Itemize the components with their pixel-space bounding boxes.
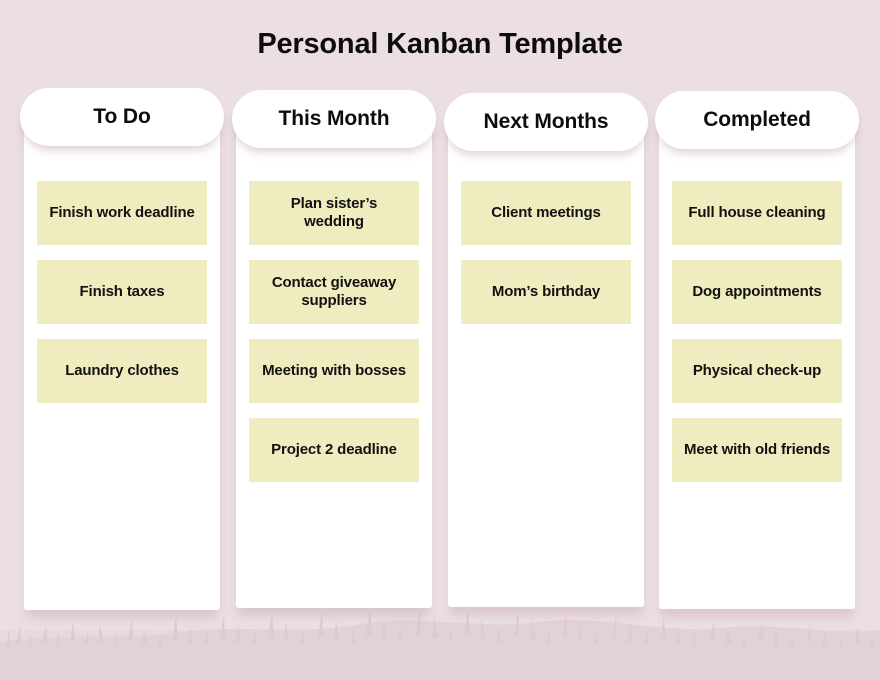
task-card[interactable]: Finish taxes xyxy=(37,260,207,324)
task-card-label: Project 2 deadline xyxy=(271,441,397,459)
column-header-next-months[interactable]: Next Months xyxy=(444,93,648,151)
column-header-label: Next Months xyxy=(483,110,609,133)
task-card[interactable]: Dog appointments xyxy=(672,260,842,324)
task-card-label: Meeting with bosses xyxy=(262,362,406,380)
column-header-label: To Do xyxy=(93,105,151,128)
column-header-this-month[interactable]: This Month xyxy=(232,90,436,148)
task-card[interactable]: Plan sister’s wedding xyxy=(249,181,419,245)
task-card-label: Physical check-up xyxy=(692,362,822,380)
task-card-label: Finish taxes xyxy=(79,283,165,301)
task-card-label: Full house cleaning xyxy=(688,204,826,222)
task-card-label: Mom’s birthday xyxy=(491,283,601,301)
card-stack-to-do: Finish work deadline Finish taxes Laundr… xyxy=(37,181,207,403)
page-title: Personal Kanban Template xyxy=(257,28,623,60)
task-card-label: Client meetings xyxy=(491,204,601,222)
task-card-label: Laundry clothes xyxy=(65,362,179,380)
task-card[interactable]: Full house cleaning xyxy=(672,181,842,245)
kanban-board: Personal Kanban Template To Do Finish wo… xyxy=(0,0,880,680)
task-card-label: Finish work deadline xyxy=(49,204,195,222)
column-header-label: This Month xyxy=(278,107,390,130)
card-stack-this-month: Plan sister’s wedding Contact giveaway s… xyxy=(249,181,419,482)
task-card[interactable]: Project 2 deadline xyxy=(249,418,419,482)
task-card[interactable]: Physical check-up xyxy=(672,339,842,403)
task-card-label: Meet with old friends xyxy=(683,441,831,459)
card-stack-completed: Full house cleaning Dog appointments Phy… xyxy=(672,181,842,482)
task-card-label: Dog appointments xyxy=(692,283,822,301)
task-card-label: Contact giveaway suppliers xyxy=(271,274,397,309)
column-header-label: Completed xyxy=(703,108,811,131)
task-card[interactable]: Client meetings xyxy=(461,181,631,245)
task-card-label: Plan sister’s wedding xyxy=(290,195,378,230)
column-header-to-do[interactable]: To Do xyxy=(20,88,224,146)
card-stack-next-months: Client meetings Mom’s birthday xyxy=(461,181,631,324)
task-card[interactable]: Mom’s birthday xyxy=(461,260,631,324)
task-card[interactable]: Meet with old friends xyxy=(672,418,842,482)
task-card[interactable]: Finish work deadline xyxy=(37,181,207,245)
column-header-completed[interactable]: Completed xyxy=(655,91,859,149)
task-card[interactable]: Contact giveaway suppliers xyxy=(249,260,419,324)
task-card[interactable]: Laundry clothes xyxy=(37,339,207,403)
task-card[interactable]: Meeting with bosses xyxy=(249,339,419,403)
